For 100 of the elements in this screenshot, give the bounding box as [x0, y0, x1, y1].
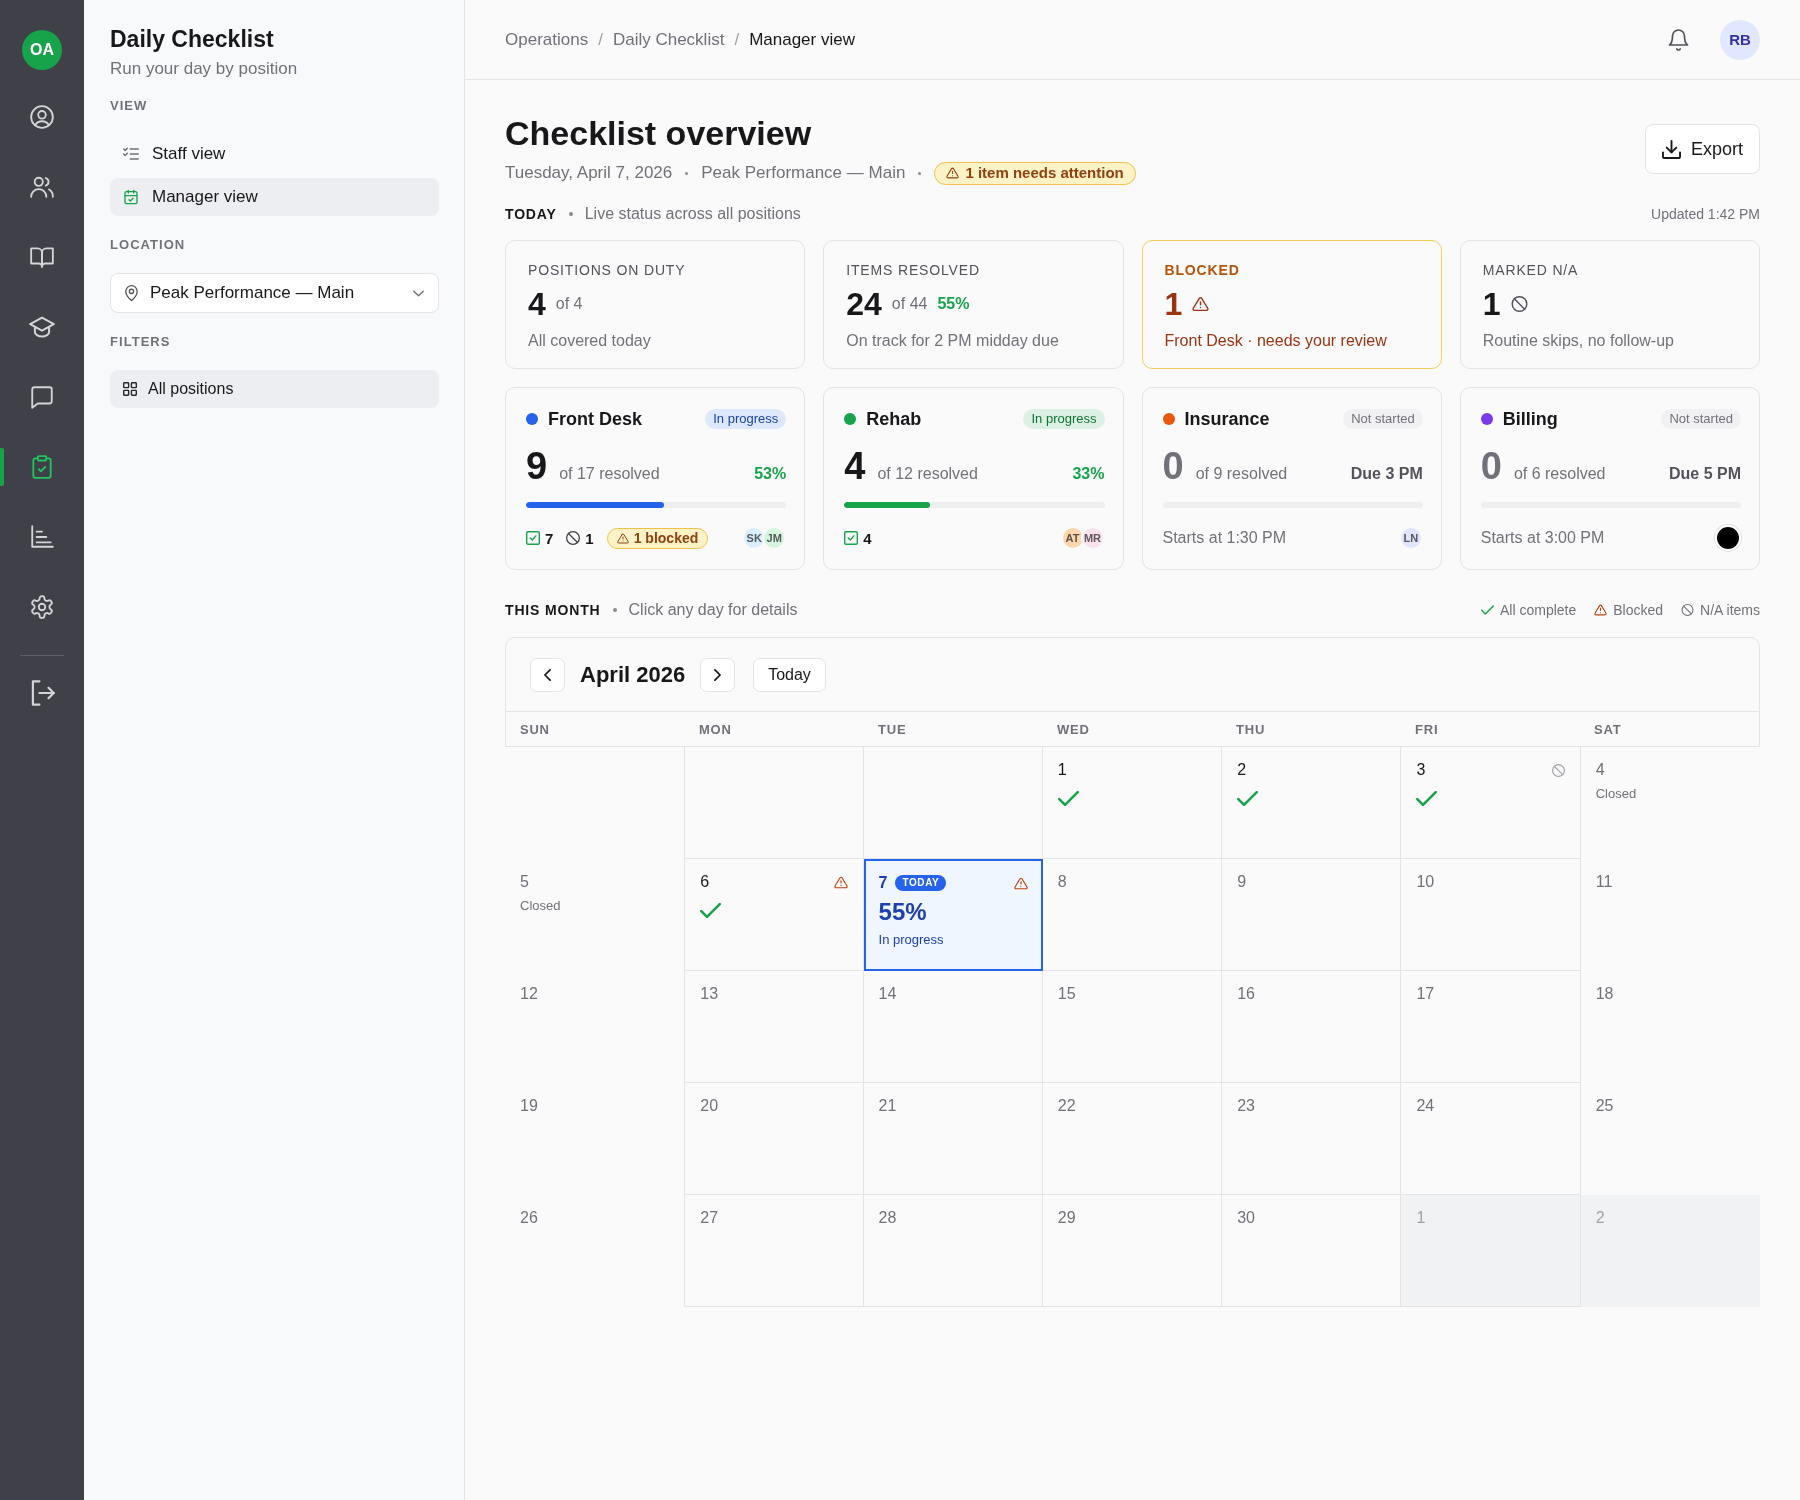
weekday-label: SAT [1594, 721, 1622, 737]
weekday-label: THU [1236, 721, 1266, 737]
stat-note: On track for 2 PM midday due [846, 331, 1060, 351]
date-text: Tuesday, April 7, 2026 [505, 162, 673, 184]
previous-month-button[interactable] [530, 657, 565, 692]
calendar-day[interactable]: 11 [1580, 859, 1760, 971]
calendar-day[interactable]: 9 [1222, 859, 1402, 971]
day-number: 20 [700, 1097, 719, 1115]
day-number: 23 [1237, 1097, 1255, 1115]
status-tag: Not started [1343, 409, 1423, 429]
calendar-day[interactable]: 22 [1042, 1083, 1223, 1195]
calendar-day[interactable]: 14 [863, 971, 1043, 1083]
view-nav-item[interactable]: Staff view [110, 135, 439, 173]
calendar-day[interactable]: 27 [684, 1195, 864, 1307]
resolved-count: 4 [844, 446, 866, 486]
day-number: 5 [520, 873, 529, 891]
calendar-day[interactable]: 10 [1401, 859, 1581, 971]
calendar-day[interactable]: 26 [505, 1195, 685, 1307]
calendar-day[interactable]: 7 TODAY 55% In progress [863, 859, 1043, 971]
ban-icon [1510, 296, 1528, 312]
calendar-day[interactable]: 19 [505, 1083, 685, 1195]
stat-note: Front Desk · needs your review [1164, 331, 1388, 351]
done-count: 7 [545, 529, 554, 547]
page-title: Checklist overview [505, 113, 813, 153]
stat-value: 1 [1482, 286, 1501, 322]
calendar-day[interactable]: 15 [1042, 971, 1223, 1083]
logout-icon [29, 680, 55, 706]
calendar-day[interactable]: 8 [1042, 859, 1223, 971]
calendar-day[interactable]: 3 [1401, 747, 1581, 859]
location-dropdown[interactable]: Peak Performance — Main [110, 273, 439, 313]
breadcrumb-link[interactable]: Operations [505, 29, 589, 50]
next-month-button[interactable] [700, 657, 736, 692]
calendar-day[interactable]: 23 [1222, 1083, 1402, 1195]
resolved-count: 0 [1162, 446, 1184, 486]
ban-icon [566, 531, 581, 545]
calendar-day[interactable]: 18 [1580, 971, 1760, 1083]
export-button[interactable]: Export [1644, 124, 1760, 174]
day-number: 13 [700, 985, 719, 1003]
weekday-label: SUN [520, 721, 550, 737]
stat-value: 24 [846, 286, 882, 322]
status-tag: In progress [705, 409, 787, 429]
calendar-day[interactable]: 6 [684, 859, 864, 971]
avatar: MR [1080, 526, 1105, 550]
location-text: Peak Performance — Main [701, 162, 906, 184]
checkbox-icon [844, 531, 859, 545]
breadcrumb-separator: / [734, 29, 740, 50]
day-number: 24 [1416, 1097, 1435, 1115]
stat-percent: 55% [937, 295, 970, 313]
resolved-count: 9 [526, 446, 548, 486]
sidebar-title: Daily Checklist [110, 25, 275, 53]
grid-icon [123, 382, 137, 396]
today-button[interactable]: Today [753, 657, 826, 692]
day-number: 7 [878, 874, 888, 892]
calendar-day[interactable]: 16 [1222, 971, 1402, 1083]
check-icon [1481, 604, 1494, 616]
warning-icon [616, 532, 629, 544]
calendar-day[interactable]: 12 [505, 971, 685, 1083]
day-number: 25 [1595, 1097, 1614, 1115]
day-number: 2 [1237, 761, 1247, 779]
filter-item[interactable]: All positions [110, 370, 439, 408]
day-number: 4 [1595, 761, 1605, 779]
settings-icon [29, 594, 55, 620]
position-name: Billing [1502, 408, 1558, 430]
calendar-day[interactable]: 21 [863, 1083, 1043, 1195]
day-number: 28 [878, 1209, 897, 1227]
calendar-day[interactable]: 13 [684, 971, 864, 1083]
status-tag: Not started [1661, 409, 1741, 429]
closed-note: Closed [520, 898, 562, 913]
day-number: 3 [1416, 761, 1426, 779]
resolved-count: 0 [1480, 446, 1502, 486]
day-number: 22 [1057, 1097, 1076, 1115]
calendar-day[interactable]: 28 [863, 1195, 1043, 1307]
due-time: Due 5 PM [1669, 465, 1741, 483]
section-heading: LOCATION [110, 237, 187, 253]
section-caption: Click any day for details [628, 600, 798, 620]
day-number: 19 [520, 1097, 538, 1115]
day-number: 15 [1057, 985, 1076, 1003]
clipboard-check-icon [29, 454, 55, 480]
warning-icon [1594, 604, 1608, 616]
status-tag: In progress [1023, 409, 1105, 429]
blocked-count: 1 blocked [633, 530, 699, 546]
day-number: 8 [1057, 873, 1067, 891]
user-avatar[interactable]: RB [1720, 19, 1760, 60]
calendar-day[interactable]: 4 Closed [1580, 747, 1760, 859]
calendar-day[interactable]: 5 Closed [505, 859, 685, 971]
calendar-day[interactable]: 25 [1580, 1083, 1760, 1195]
chevron-left-icon [544, 668, 551, 681]
stat-total: of 4 [555, 295, 583, 313]
breadcrumb-link[interactable]: Daily Checklist [612, 29, 725, 50]
bell-icon [1667, 28, 1689, 51]
calendar-day[interactable]: 17 [1401, 971, 1581, 1083]
stat-label: ITEMS RESOLVED [846, 261, 981, 279]
calendar-day[interactable]: 2 [1222, 747, 1402, 859]
calendar-day[interactable]: 20 [684, 1083, 864, 1195]
calendar-day[interactable]: 29 [1042, 1195, 1223, 1307]
breadcrumb-current: Manager view [749, 29, 855, 50]
calendar-day[interactable]: 1 [1042, 747, 1223, 859]
resolved-total: of 9 resolved [1195, 465, 1288, 483]
updated-time: Updated 1:42 PM [1651, 205, 1760, 224]
view-nav-item[interactable]: Manager view [110, 178, 439, 216]
